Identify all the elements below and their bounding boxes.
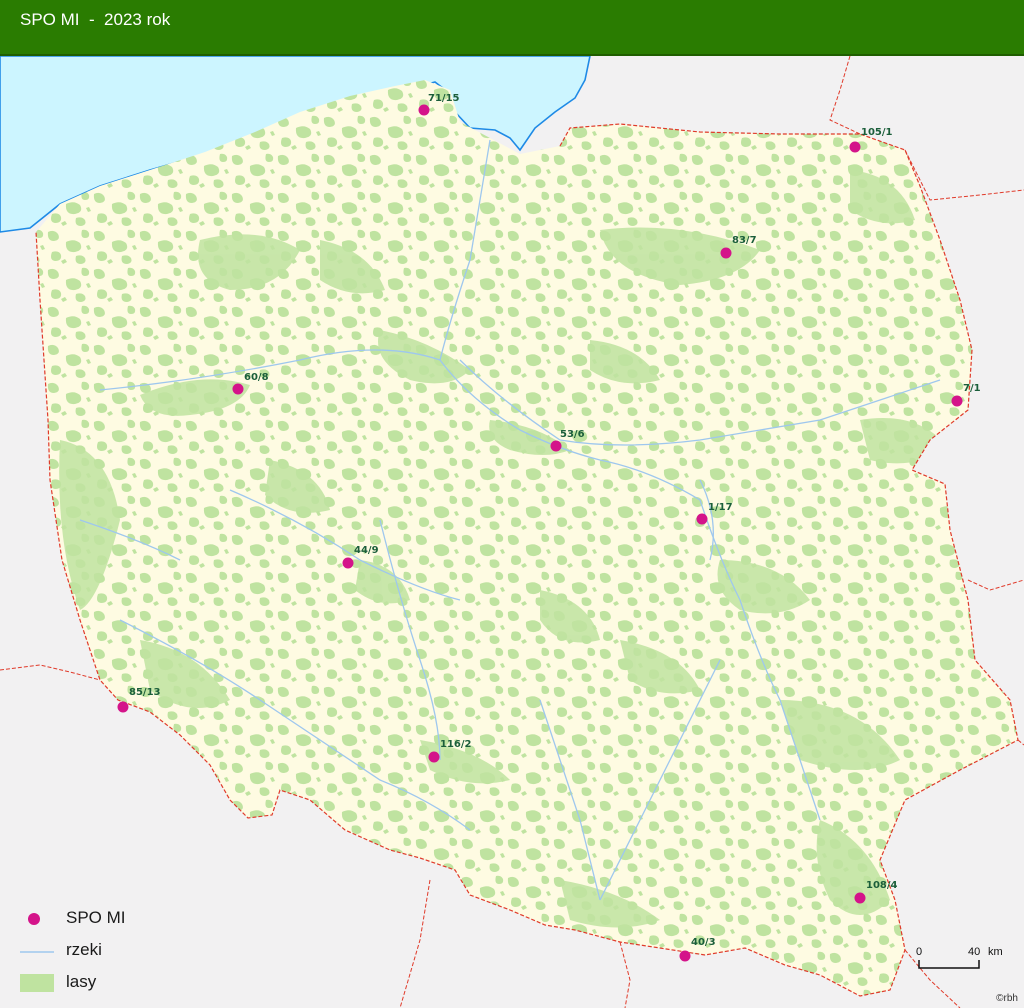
site-dot — [951, 395, 963, 407]
credit: ©rbh — [996, 993, 1018, 1004]
scale-line — [918, 960, 980, 969]
site-dot — [418, 104, 430, 116]
site-label: 60/8 — [244, 372, 269, 383]
site-marker-icon — [28, 913, 40, 925]
legend-item-rivers: rzeki — [14, 938, 214, 964]
legend-item-site: SPO MI — [14, 906, 214, 932]
map-title: SPO MI - 2023 rok — [20, 10, 171, 29]
site-dot — [849, 141, 861, 153]
legend-label-site: SPO MI — [66, 908, 126, 927]
site-dot — [232, 383, 244, 395]
legend-item-forests: lasy — [14, 970, 214, 996]
site-dot — [550, 440, 562, 452]
site-label: 1/17 — [708, 502, 733, 513]
map-canvas: 71/15 105/1 83/7 60/8 7/1 53/6 1/17 44/9 85/13 11… — [0, 56, 1024, 1008]
site-label: 108/4 — [866, 880, 898, 891]
site-label: 116/2 — [440, 739, 472, 750]
site-label: 85/13 — [129, 687, 161, 698]
poland-map: 71/15 105/1 83/7 60/8 7/1 53/6 1/17 44/9 85/13 11… — [0, 56, 1024, 1008]
site-dot — [854, 892, 866, 904]
legend-label-rivers: rzeki — [66, 940, 102, 959]
site-label: 71/15 — [428, 93, 460, 104]
title-bar: SPO MI - 2023 rok — [0, 0, 1024, 56]
site-dot — [117, 701, 129, 713]
site-dot — [696, 513, 708, 525]
scale-zero: 0 — [916, 946, 923, 958]
site-dot — [679, 950, 691, 962]
site-dot — [720, 247, 732, 259]
site-label: 44/9 — [354, 545, 379, 556]
scale-end: 40 — [968, 946, 981, 958]
site-dot — [342, 557, 354, 569]
site-label: 53/6 — [560, 429, 585, 440]
scale-bar: 0 40 km — [912, 946, 1022, 976]
river-line-icon — [20, 951, 54, 953]
site-label: 40/3 — [691, 937, 716, 948]
legend: SPO MI rzeki lasy — [14, 906, 214, 1001]
site-label: 105/1 — [861, 127, 893, 138]
site-label: 83/7 — [732, 235, 757, 246]
site-label: 7/1 — [963, 383, 981, 394]
forest-swatch-icon — [20, 974, 54, 992]
scale-unit: km — [988, 946, 1003, 958]
site-dot — [428, 751, 440, 763]
legend-label-forests: lasy — [66, 972, 97, 991]
